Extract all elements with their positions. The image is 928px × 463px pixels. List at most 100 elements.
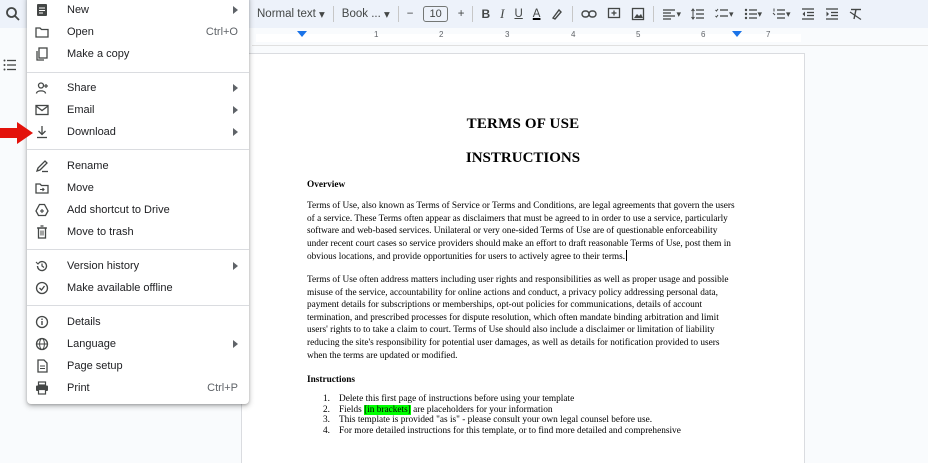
checklist-icon bbox=[715, 8, 728, 18]
menu-item-available-offline[interactable]: Make available offline bbox=[27, 277, 249, 299]
menu-item-move[interactable]: Move bbox=[27, 177, 249, 199]
submenu-arrow-icon bbox=[233, 84, 238, 92]
ruler-number: 6 bbox=[701, 30, 706, 39]
chevron-down-icon: ▾ bbox=[383, 9, 390, 21]
menu-item-page-setup[interactable]: Page setup bbox=[27, 355, 249, 377]
text-color-button[interactable]: A bbox=[528, 3, 546, 25]
menu-item-label: Page setup bbox=[67, 360, 123, 372]
image-icon bbox=[632, 7, 645, 21]
chevron-down-icon: ▾ bbox=[728, 8, 734, 19]
menu-separator bbox=[27, 72, 249, 73]
paragraph-style-value: Normal text bbox=[257, 8, 316, 20]
decrease-indent-button[interactable] bbox=[796, 3, 820, 25]
search-menus-icon[interactable] bbox=[4, 5, 22, 23]
list-item-text: Fields [in brackets] are placeholders fo… bbox=[339, 404, 553, 416]
person-add-icon bbox=[35, 82, 48, 94]
numbered-list-icon bbox=[772, 8, 786, 19]
instructions-heading: Instructions bbox=[307, 375, 356, 386]
decrease-indent-icon bbox=[801, 8, 814, 20]
submenu-arrow-icon bbox=[233, 262, 238, 270]
shortcut-label: Ctrl+P bbox=[207, 382, 238, 394]
submenu-arrow-icon bbox=[233, 6, 238, 14]
ruler-number: 4 bbox=[571, 30, 576, 39]
bulleted-list-dropdown[interactable]: ▾ bbox=[739, 3, 768, 25]
line-spacing-icon bbox=[691, 8, 704, 20]
shortcut-label: Ctrl+O bbox=[205, 26, 238, 38]
menu-item-version-history[interactable]: Version history bbox=[27, 255, 249, 277]
download-icon bbox=[37, 126, 47, 139]
line-spacing-button[interactable] bbox=[686, 3, 710, 25]
instructions-list: 1. Delete this first page of instructions… bbox=[307, 394, 739, 436]
menu-item-label: Move to trash bbox=[67, 226, 134, 238]
menu-item-label: Email bbox=[67, 104, 95, 116]
list-item: 3. This template is provided "as is" - pl… bbox=[323, 415, 739, 426]
add-comment-icon bbox=[608, 7, 621, 19]
menu-item-move-to-trash[interactable]: Move to trash bbox=[27, 221, 249, 243]
horizontal-ruler[interactable]: 1 2 3 4 5 6 7 bbox=[252, 28, 928, 46]
underline-button[interactable]: U bbox=[509, 3, 527, 25]
text-cursor bbox=[626, 250, 628, 262]
info-icon bbox=[35, 315, 49, 329]
align-dropdown[interactable]: ▾ bbox=[657, 3, 686, 25]
highlight-color-button[interactable] bbox=[545, 3, 569, 25]
increase-font-size-button[interactable]: + bbox=[453, 3, 470, 25]
menu-item-open[interactable]: Open Ctrl+O bbox=[27, 21, 249, 43]
increase-indent-button[interactable] bbox=[820, 3, 844, 25]
list-number: 2. bbox=[323, 404, 330, 415]
document-subtitle: INSTRUCTIONS bbox=[465, 150, 581, 166]
menu-item-label: Language bbox=[67, 338, 116, 350]
increase-indent-icon bbox=[825, 8, 838, 20]
submenu-arrow-icon bbox=[233, 106, 238, 114]
toolbar-divider bbox=[397, 6, 399, 22]
ruler-number: 7 bbox=[766, 30, 771, 39]
menu-item-label: Open bbox=[67, 26, 94, 38]
font-size-value: 10 bbox=[423, 6, 448, 22]
insert-comment-button[interactable] bbox=[602, 3, 626, 25]
ruler-number: 5 bbox=[636, 30, 641, 39]
checklist-dropdown[interactable]: ▾ bbox=[710, 3, 739, 25]
ruler-number: 2 bbox=[439, 30, 444, 39]
right-indent-marker[interactable] bbox=[732, 31, 742, 37]
chevron-down-icon: ▾ bbox=[786, 8, 791, 19]
numbered-list-dropdown[interactable]: ▾ bbox=[767, 3, 796, 25]
list-item: 2. Fields [in brackets] are placeholders … bbox=[323, 404, 739, 416]
menu-item-download[interactable]: Download bbox=[27, 121, 249, 143]
menu-item-language[interactable]: Language bbox=[27, 333, 249, 355]
printer-icon bbox=[36, 381, 48, 395]
menu-item-details[interactable]: Details bbox=[27, 311, 249, 333]
menu-item-email[interactable]: Email bbox=[27, 99, 249, 121]
paragraph-style-dropdown[interactable]: Normal text ▾ bbox=[252, 3, 330, 25]
menu-separator bbox=[27, 249, 249, 250]
list-number: 4. bbox=[323, 425, 330, 436]
insert-link-button[interactable] bbox=[576, 3, 602, 25]
list-item-text: This template is provided "as is" - plea… bbox=[339, 415, 653, 426]
show-outline-icon[interactable] bbox=[3, 59, 17, 71]
history-icon bbox=[35, 260, 48, 272]
bold-button[interactable]: B bbox=[476, 3, 495, 25]
menu-item-add-shortcut[interactable]: Add shortcut to Drive bbox=[27, 199, 249, 221]
insert-image-button[interactable] bbox=[626, 3, 650, 25]
font-size-field[interactable]: 10 bbox=[418, 3, 452, 25]
menu-item-make-copy[interactable]: Make a copy bbox=[27, 43, 249, 65]
left-indent-marker[interactable] bbox=[297, 31, 307, 37]
clear-formatting-button[interactable] bbox=[844, 3, 868, 25]
font-dropdown[interactable]: Book ... ▾ bbox=[337, 3, 395, 25]
highlighted-placeholder: [in brackets] bbox=[364, 404, 411, 415]
menu-item-label: Make a copy bbox=[67, 48, 130, 60]
menu-item-share[interactable]: Share bbox=[27, 77, 249, 99]
clear-formatting-icon bbox=[849, 8, 861, 20]
menu-item-rename[interactable]: Rename bbox=[27, 155, 249, 177]
italic-button[interactable]: I bbox=[495, 3, 509, 25]
document-page[interactable]: TERMS OF USE INSTRUCTIONS Overview Terms… bbox=[241, 53, 805, 463]
decrease-font-size-button[interactable]: − bbox=[402, 3, 419, 25]
menu-item-label: Details bbox=[67, 316, 101, 328]
submenu-arrow-icon bbox=[233, 340, 238, 348]
offline-icon bbox=[35, 281, 49, 295]
menu-item-print[interactable]: Print Ctrl+P bbox=[27, 377, 249, 399]
list-number: 1. bbox=[323, 394, 330, 405]
overview-paragraph-text: Terms of Use, also known as Terms of Ser… bbox=[307, 201, 735, 263]
red-arrow-annotation-icon bbox=[0, 122, 33, 144]
text-color-label: A bbox=[532, 8, 541, 20]
document-body[interactable]: TERMS OF USE INSTRUCTIONS Overview Terms… bbox=[307, 116, 739, 437]
menu-item-new[interactable]: New bbox=[27, 0, 249, 21]
